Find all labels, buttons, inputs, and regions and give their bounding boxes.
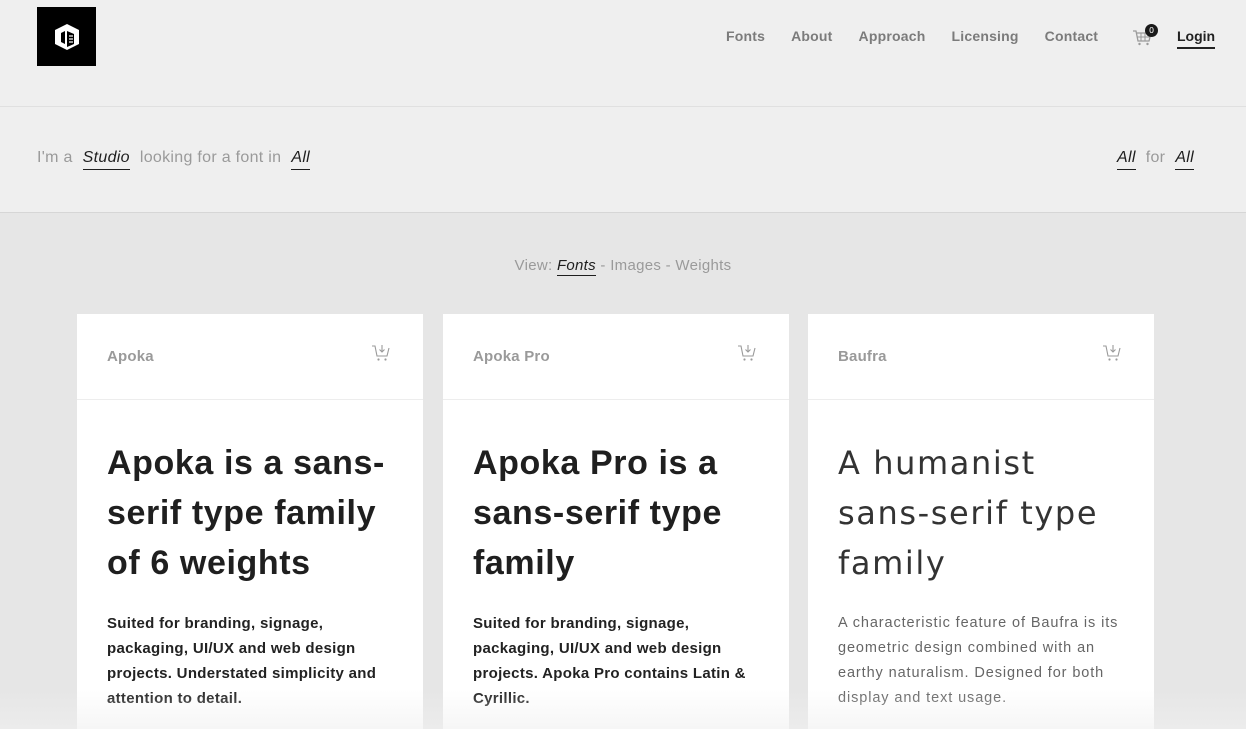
card-body: A humanist sans-serif type family A char… bbox=[808, 400, 1154, 711]
login-link[interactable]: Login bbox=[1177, 28, 1216, 49]
view-option-images[interactable]: Images bbox=[610, 257, 661, 274]
main-nav: Fonts About Approach Licensing Contact bbox=[726, 28, 1124, 44]
font-description: A characteristic feature of Baufra is it… bbox=[838, 615, 1119, 706]
card-body: Apoka is a sans-serif type family of 6 w… bbox=[77, 400, 423, 711]
filter-middle: looking for a font in bbox=[139, 149, 282, 166]
filter-for-label: for bbox=[1145, 149, 1166, 166]
role-selector[interactable]: Studio bbox=[82, 149, 130, 170]
filter-sentence: I'm a Studio looking for a font in All bbox=[37, 149, 320, 170]
font-tagline: Apoka Pro is a sans-serif type family bbox=[473, 444, 722, 582]
card-header: Baufra bbox=[808, 314, 1154, 400]
nav-fonts[interactable]: Fonts bbox=[726, 28, 765, 44]
view-switcher: View: Fonts - Images - Weights bbox=[0, 257, 1246, 276]
view-separator: - bbox=[600, 257, 606, 274]
font-card-apoka-pro[interactable]: Apoka Pro Apoka Pro is a sans-serif type… bbox=[443, 314, 789, 729]
view-separator: - bbox=[665, 257, 671, 274]
filter-right-second-selector[interactable]: All bbox=[1175, 149, 1194, 170]
nav-about[interactable]: About bbox=[791, 28, 832, 44]
category-selector[interactable]: All bbox=[291, 149, 311, 170]
nav-approach[interactable]: Approach bbox=[859, 28, 926, 44]
font-name[interactable]: Apoka Pro bbox=[473, 348, 550, 365]
card-header: Apoka Pro bbox=[443, 314, 789, 400]
view-option-weights[interactable]: Weights bbox=[675, 257, 731, 274]
add-to-cart-icon[interactable] bbox=[737, 344, 757, 362]
font-tagline: Apoka is a sans-serif type family of 6 w… bbox=[107, 444, 385, 582]
site-header: Fonts About Approach Licensing Contact 0… bbox=[0, 0, 1246, 107]
view-label: View: bbox=[514, 257, 553, 274]
add-to-cart-icon[interactable] bbox=[1102, 344, 1122, 362]
cart-count-badge: 0 bbox=[1145, 24, 1158, 37]
nav-licensing[interactable]: Licensing bbox=[952, 28, 1019, 44]
add-to-cart-icon[interactable] bbox=[371, 344, 391, 362]
font-name[interactable]: Baufra bbox=[838, 348, 887, 365]
card-body: Apoka Pro is a sans-serif type family Su… bbox=[443, 400, 789, 711]
filter-prefix: I'm a bbox=[37, 149, 73, 166]
font-card-apoka[interactable]: Apoka Apoka is a sans-serif type family … bbox=[77, 314, 423, 729]
filter-right-first-selector[interactable]: All bbox=[1117, 149, 1136, 170]
font-description: Suited for branding, signage, packaging,… bbox=[473, 615, 746, 707]
font-name[interactable]: Apoka bbox=[107, 348, 154, 365]
nav-contact[interactable]: Contact bbox=[1045, 28, 1099, 44]
font-card-baufra[interactable]: Baufra A humanist sans-serif type family… bbox=[808, 314, 1154, 729]
font-tagline: A humanist sans-serif type family bbox=[838, 444, 1099, 582]
view-option-fonts[interactable]: Fonts bbox=[556, 257, 596, 276]
filter-right: All for All bbox=[1107, 149, 1204, 170]
card-header: Apoka bbox=[77, 314, 423, 400]
logo-cube-icon bbox=[54, 23, 79, 50]
filter-bar: I'm a Studio looking for a font in All A… bbox=[0, 107, 1246, 213]
font-description: Suited for branding, signage, packaging,… bbox=[107, 615, 377, 707]
logo[interactable] bbox=[37, 7, 96, 66]
